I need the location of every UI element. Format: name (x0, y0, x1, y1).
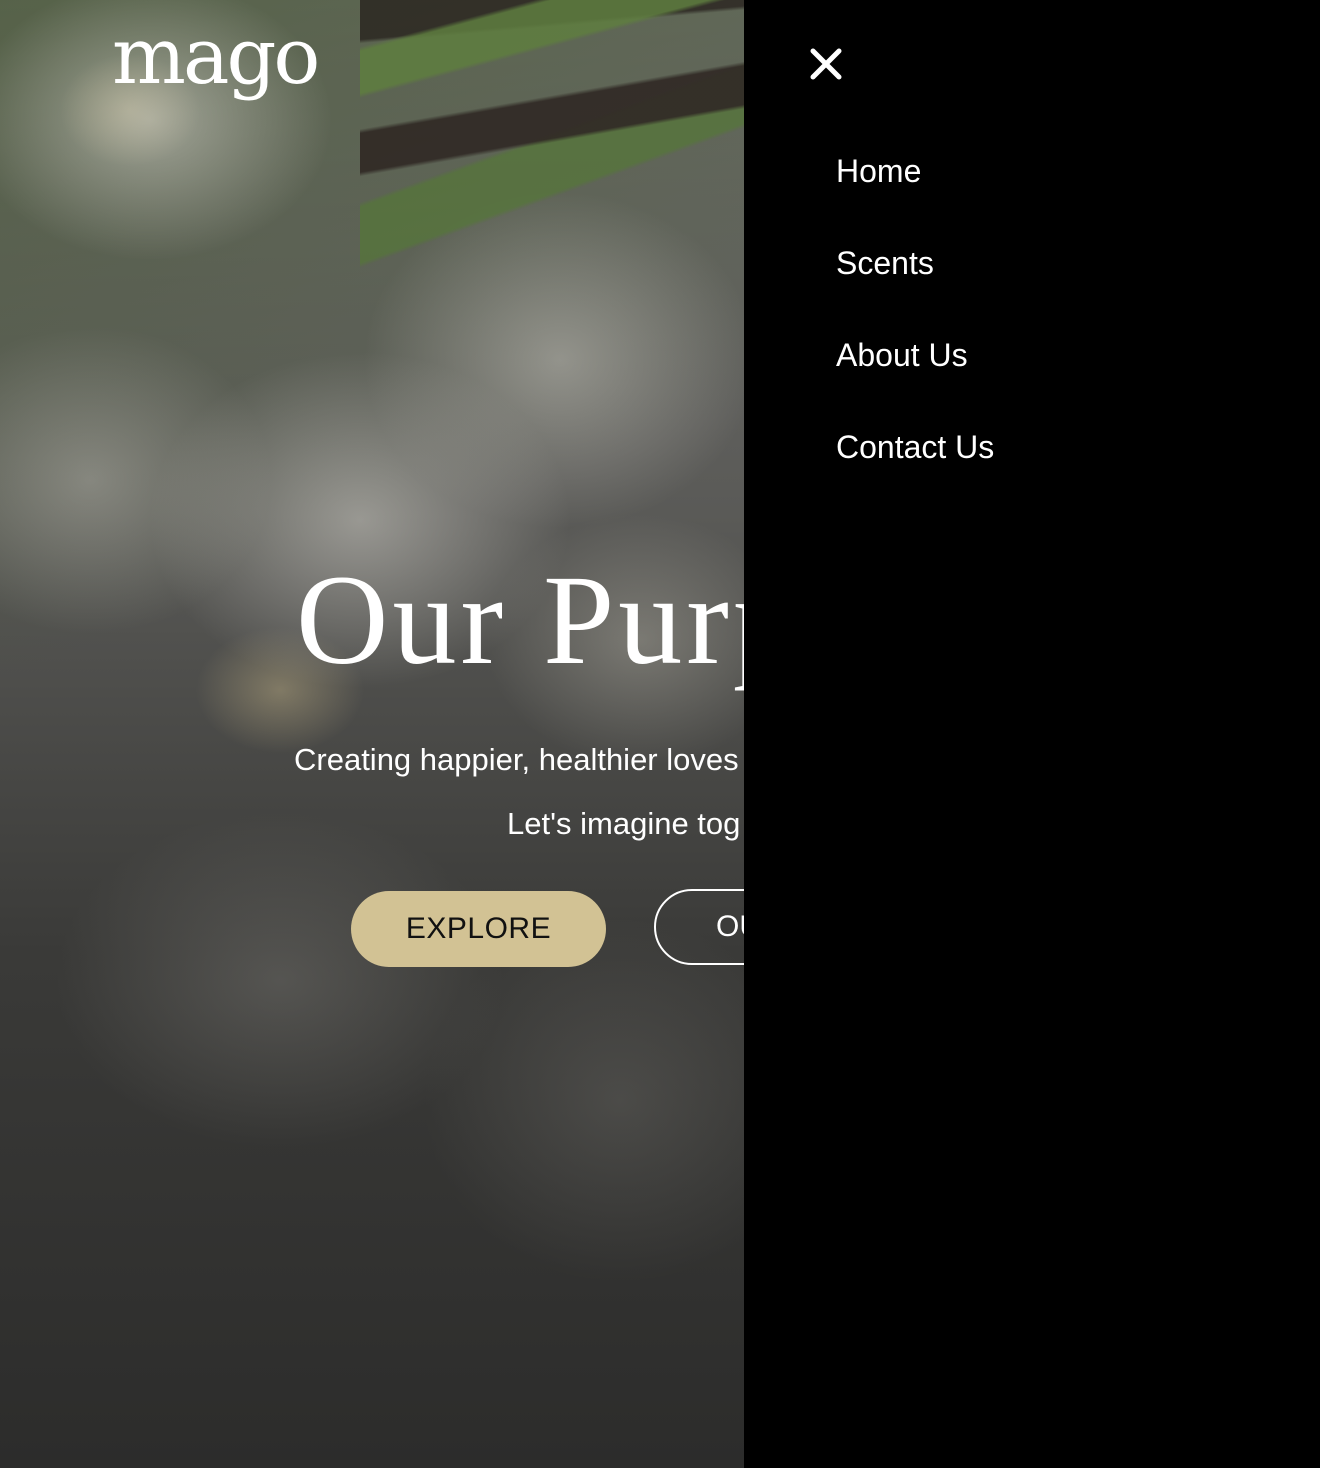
nav-item-scents[interactable]: Scents (836, 242, 994, 334)
hero-flower-stems (360, 0, 760, 360)
nav-item-contact-us[interactable]: Contact Us (836, 426, 994, 518)
brand-logo[interactable]: mago (112, 18, 320, 96)
page: mago Our Purp Creating happier, healthie… (0, 0, 1320, 1468)
hero-title: Our Purp (296, 549, 801, 691)
explore-button[interactable]: EXPLORE (351, 891, 606, 967)
close-icon[interactable] (806, 44, 846, 84)
hero-tagline: Let's imagine tog (507, 806, 741, 841)
side-navigation-drawer: Home Scents About Us Contact Us (744, 0, 1320, 1468)
hero-subtitle: Creating happier, healthier loves (294, 742, 739, 777)
nav-item-home[interactable]: Home (836, 150, 994, 242)
nav-menu: Home Scents About Us Contact Us (836, 150, 994, 518)
nav-item-about-us[interactable]: About Us (836, 334, 994, 426)
